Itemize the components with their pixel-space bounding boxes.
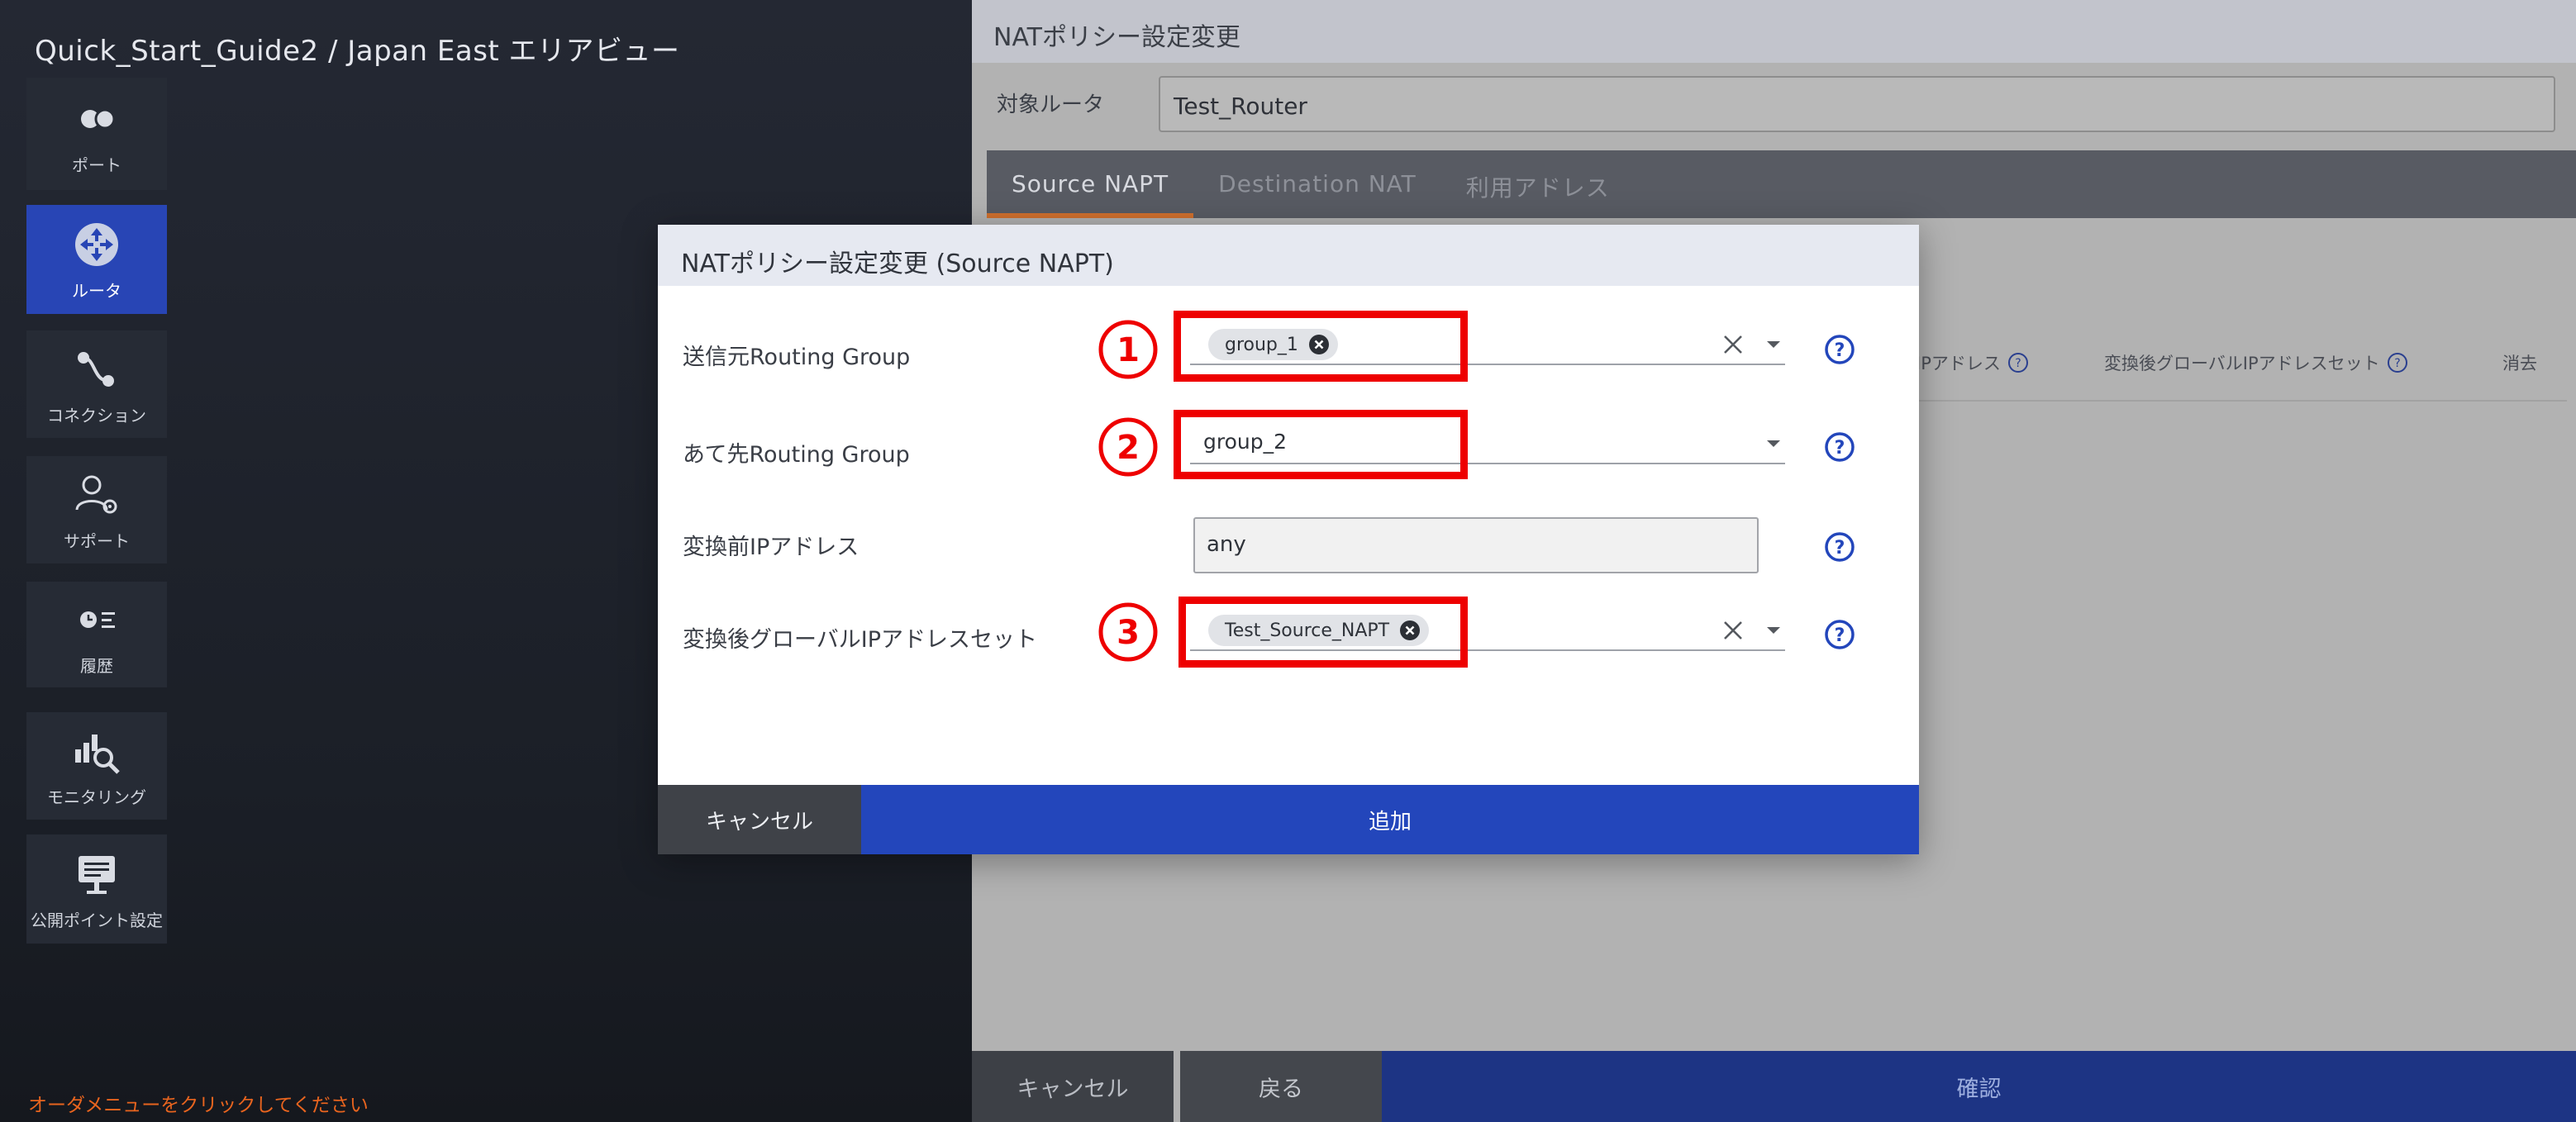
public-point-icon bbox=[79, 855, 115, 894]
connection-icon bbox=[78, 351, 114, 387]
nav-item-label: コネクション bbox=[47, 405, 146, 426]
clear-icon[interactable] bbox=[1721, 332, 1745, 357]
nav-item-label: ポート bbox=[72, 155, 121, 175]
clear-icon[interactable] bbox=[1721, 618, 1745, 643]
monitoring-icon bbox=[75, 734, 120, 774]
highlight-box-3 bbox=[1178, 597, 1468, 668]
source-routing-group-label: 送信元Routing Group bbox=[683, 345, 911, 370]
help-icon[interactable]: ? bbox=[2007, 352, 2029, 373]
nav-item-label: ルータ bbox=[72, 280, 121, 301]
tab-used-addresses[interactable]: 利用アドレス bbox=[1441, 150, 1635, 218]
dialog-actions: キャンセル 追加 bbox=[658, 785, 1919, 854]
chevron-down-icon[interactable] bbox=[1764, 339, 1783, 350]
svg-text:2: 2 bbox=[1117, 429, 1140, 467]
tab-destination-nat[interactable]: Destination NAT bbox=[1193, 150, 1441, 218]
svg-text:?: ? bbox=[1835, 340, 1845, 361]
panel-header: NATポリシー設定変更 bbox=[972, 0, 2576, 63]
svg-text:?: ? bbox=[1835, 625, 1845, 646]
nat-tabs: Source NAPT Destination NAT 利用アドレス bbox=[987, 150, 2576, 218]
highlight-box-1 bbox=[1174, 311, 1468, 382]
help-icon[interactable]: ? bbox=[1823, 333, 1856, 366]
panel-actions: キャンセル 戻る 確認 bbox=[972, 1051, 2576, 1122]
highlight-box-2 bbox=[1174, 410, 1468, 479]
source-napt-dialog: NATポリシー設定変更 (Source NAPT) 送信元Routing Gro… bbox=[658, 225, 1919, 854]
port-icon bbox=[81, 108, 116, 129]
nav-item-label: 公開ポイント設定 bbox=[31, 910, 163, 930]
svg-text:?: ? bbox=[2394, 357, 2400, 370]
target-router-label: 対象ルータ bbox=[997, 93, 1105, 117]
nav-item-connection[interactable]: コネクション bbox=[26, 330, 167, 438]
global-ip-set-label: 変換後グローバルIPアドレスセット bbox=[683, 627, 1037, 653]
column-header-ip-address: IPアドレス ? bbox=[1916, 350, 2029, 375]
nav-item-port[interactable]: ポート bbox=[26, 78, 167, 190]
dialog-cancel-button[interactable]: キャンセル bbox=[658, 785, 861, 854]
history-icon bbox=[80, 611, 115, 628]
svg-text:?: ? bbox=[2015, 357, 2021, 370]
nav-item-label: 履歴 bbox=[80, 655, 113, 676]
column-header-global-ip-set: 変換後グローバルIPアドレスセット ? bbox=[2104, 350, 2408, 375]
nav-item-monitoring[interactable]: モニタリング bbox=[26, 712, 167, 820]
panel-confirm-button[interactable]: 確認 bbox=[1382, 1051, 2576, 1122]
column-label: IPアドレス bbox=[1916, 354, 2001, 373]
dest-routing-group-label: あて先Routing Group bbox=[683, 442, 910, 468]
column-header-delete: 消去 bbox=[2502, 350, 2537, 375]
order-menu-hint: オーダメニューをクリックしてください bbox=[28, 1095, 369, 1116]
column-label: 変換後グローバルIPアドレスセット bbox=[2104, 354, 2380, 373]
svg-text:?: ? bbox=[1835, 438, 1845, 459]
nav-item-public-point[interactable]: 公開ポイント設定 bbox=[26, 834, 167, 944]
router-icon bbox=[75, 222, 118, 266]
panel-title: NATポリシー設定変更 bbox=[993, 23, 1240, 52]
marker-3-icon: 3 bbox=[1098, 602, 1158, 662]
panel-back-button[interactable]: 戻る bbox=[1180, 1051, 1382, 1122]
nav-item-history[interactable]: 履歴 bbox=[26, 582, 167, 687]
marker-2-icon: 2 bbox=[1098, 417, 1158, 477]
svg-text:3: 3 bbox=[1117, 614, 1140, 652]
area-view-title: Quick_Start_Guide2 / Japan East エリアビュー bbox=[35, 35, 680, 68]
tab-source-napt[interactable]: Source NAPT bbox=[987, 150, 1194, 218]
nav-item-label: モニタリング bbox=[47, 787, 146, 807]
help-icon[interactable]: ? bbox=[2387, 352, 2408, 373]
table-divider bbox=[1873, 400, 2567, 402]
target-router-field: Test_Router bbox=[1159, 76, 2555, 132]
svg-text:?: ? bbox=[1835, 538, 1845, 559]
nav-item-router[interactable]: ルータ bbox=[26, 205, 167, 314]
nav-item-label: サポート bbox=[64, 530, 130, 551]
dialog-title: NATポリシー設定変更 (Source NAPT) bbox=[658, 225, 1919, 286]
help-icon[interactable]: ? bbox=[1823, 430, 1856, 464]
support-icon bbox=[75, 475, 117, 513]
help-icon[interactable]: ? bbox=[1823, 530, 1856, 563]
marker-1-icon: 1 bbox=[1098, 320, 1158, 379]
panel-cancel-button[interactable]: キャンセル bbox=[972, 1051, 1174, 1122]
dialog-add-button[interactable]: 追加 bbox=[861, 785, 1919, 854]
nav-item-support[interactable]: サポート bbox=[26, 456, 167, 563]
pre-ip-address-label: 変換前IPアドレス bbox=[683, 535, 859, 560]
help-icon[interactable]: ? bbox=[1823, 618, 1856, 651]
svg-text:1: 1 bbox=[1117, 331, 1140, 369]
pre-ip-address-field: any bbox=[1193, 517, 1759, 573]
column-label: 消去 bbox=[2502, 354, 2537, 373]
chevron-down-icon[interactable] bbox=[1764, 438, 1783, 449]
chevron-down-icon[interactable] bbox=[1764, 625, 1783, 636]
